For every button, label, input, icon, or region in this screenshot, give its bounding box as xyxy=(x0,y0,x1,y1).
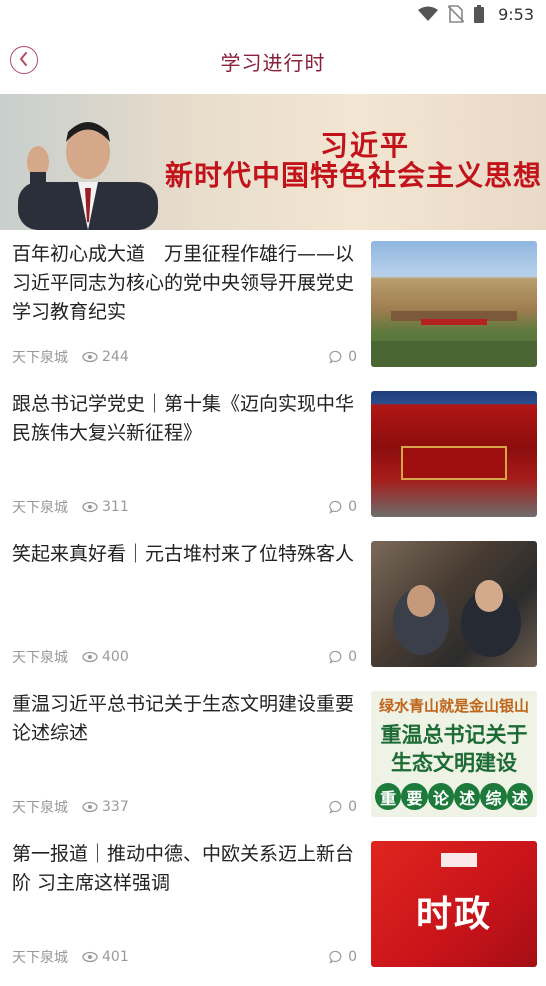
views-count: 337 xyxy=(82,799,129,815)
thumb-circles: 重 要 论 述 综 述 xyxy=(375,783,533,810)
views-count: 244 xyxy=(82,349,129,365)
banner-slogan: 新时代中国特色社会主义思想 xyxy=(165,159,543,192)
comments-count: 0 xyxy=(329,949,357,965)
views-count: 401 xyxy=(82,949,129,965)
back-button[interactable] xyxy=(10,46,38,74)
thumb-line1: 绿水青山就是金山银山 xyxy=(378,697,529,715)
comment-icon xyxy=(329,800,342,814)
article-list: 百年初心成大道 万里征程作雄行——以习近平同志为核心的党中央领导开展党史学习教育… xyxy=(0,236,546,986)
thumb-circle: 述 xyxy=(506,783,533,810)
thumb-label: 时政 xyxy=(415,894,492,935)
article-source: 天下泉城 xyxy=(12,500,68,516)
article-meta: 天下泉城 400 0 xyxy=(12,646,357,668)
comments-value: 0 xyxy=(348,949,357,965)
thumb-circle: 论 xyxy=(427,783,454,810)
thumb-circle: 重 xyxy=(375,783,402,810)
article-source: 天下泉城 xyxy=(12,800,68,816)
article-title: 第一报道｜推动中德、中欧关系迈上新台阶 习主席这样强调 xyxy=(12,843,355,894)
comments-value: 0 xyxy=(348,649,357,665)
article-title: 笑起来真好看｜元古堆村来了位特殊客人 xyxy=(12,543,355,565)
views-value: 400 xyxy=(102,649,129,665)
comment-icon xyxy=(329,650,342,664)
article-thumbnail: 绿水青山就是金山银山 重温总书记关于生态文明建设 重 要 论 述 综 述 xyxy=(371,691,537,817)
chevron-left-icon xyxy=(18,51,30,70)
comments-value: 0 xyxy=(348,349,357,365)
eye-icon xyxy=(82,351,98,363)
comments-count: 0 xyxy=(329,499,357,515)
comment-icon xyxy=(329,950,342,964)
article-source: 天下泉城 xyxy=(12,950,68,966)
comment-icon xyxy=(329,500,342,514)
article-thumbnail xyxy=(371,241,537,367)
status-bar: 9:53 xyxy=(0,0,546,28)
battery-icon xyxy=(474,5,485,23)
comments-count: 0 xyxy=(329,799,357,815)
article-thumbnail xyxy=(371,391,537,517)
views-count: 311 xyxy=(82,499,129,515)
leader-portrait-image xyxy=(18,122,158,230)
article-thumbnail: 时政 xyxy=(371,841,537,967)
article-source: 天下泉城 xyxy=(12,650,68,666)
article-meta: 天下泉城 337 0 xyxy=(12,796,357,818)
eye-icon xyxy=(82,501,98,513)
comments-value: 0 xyxy=(348,799,357,815)
views-count: 400 xyxy=(82,649,129,665)
thumb-line2: 重温总书记关于生态文明建设 xyxy=(380,723,528,775)
page-title: 学习进行时 xyxy=(220,50,326,75)
list-item[interactable]: 重温习近平总书记关于生态文明建设重要论述综述 天下泉城 337 0 绿水青山就是… xyxy=(0,686,546,836)
no-sim-icon xyxy=(448,5,465,23)
article-title: 重温习近平总书记关于生态文明建设重要论述综述 xyxy=(12,693,355,744)
eye-icon xyxy=(82,951,98,963)
list-item[interactable]: 百年初心成大道 万里征程作雄行——以习近平同志为核心的党中央领导开展党史学习教育… xyxy=(0,236,546,386)
list-item[interactable]: 笑起来真好看｜元古堆村来了位特殊客人 天下泉城 400 0 xyxy=(0,536,546,686)
article-meta: 天下泉城 311 0 xyxy=(12,496,357,518)
comment-icon xyxy=(329,350,342,364)
media-logo xyxy=(441,853,477,867)
comments-count: 0 xyxy=(329,349,357,365)
thumb-circle: 综 xyxy=(480,783,507,810)
hero-banner[interactable]: 习近平 新时代中国特色社会主义思想 xyxy=(0,94,546,230)
article-title: 跟总书记学党史｜第十集《迈向实现中华民族伟大复兴新征程》 xyxy=(12,393,355,444)
thumb-circle: 述 xyxy=(453,783,481,810)
comments-value: 0 xyxy=(348,499,357,515)
views-value: 337 xyxy=(102,799,129,815)
article-meta: 天下泉城 401 0 xyxy=(12,946,357,968)
eye-icon xyxy=(82,801,98,813)
status-time: 9:53 xyxy=(498,4,534,24)
article-thumbnail xyxy=(371,541,537,667)
views-value: 244 xyxy=(102,349,129,365)
article-source: 天下泉城 xyxy=(12,350,68,366)
views-value: 311 xyxy=(102,499,129,515)
app-bar: 学习进行时 xyxy=(0,28,546,94)
article-title: 百年初心成大道 万里征程作雄行——以习近平同志为核心的党中央领导开展党史学习教育… xyxy=(12,243,355,323)
plaque-graphic xyxy=(401,446,507,480)
wifi-icon xyxy=(418,6,439,22)
list-item[interactable]: 跟总书记学党史｜第十集《迈向实现中华民族伟大复兴新征程》 天下泉城 311 0 xyxy=(0,386,546,536)
list-item[interactable]: 第一报道｜推动中德、中欧关系迈上新台阶 习主席这样强调 天下泉城 401 0 时… xyxy=(0,836,546,986)
eye-icon xyxy=(82,651,98,663)
views-value: 401 xyxy=(102,949,129,965)
comments-count: 0 xyxy=(329,649,357,665)
article-meta: 天下泉城 244 0 xyxy=(12,346,357,368)
thumb-circle: 要 xyxy=(401,783,428,810)
